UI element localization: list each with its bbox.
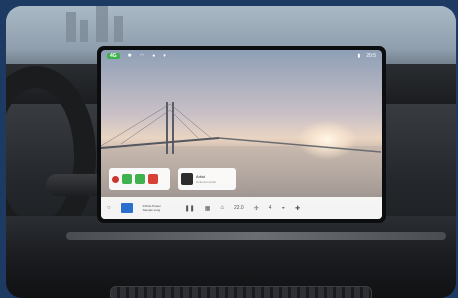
air-vent <box>110 286 372 298</box>
music-subtitle: Unknown Artist <box>196 179 217 184</box>
bottom-dock: ○ Infinite Power Sample song ❚❚ ▦ ⌂ 22.0… <box>101 197 382 219</box>
location-icon: ▾ <box>163 53 166 59</box>
phone-icon <box>112 175 119 183</box>
network-badge: 4G <box>107 53 120 59</box>
phone-card[interactable] <box>109 168 170 190</box>
wallpaper-bridge <box>101 102 382 154</box>
fan-level[interactable]: 4 <box>269 205 272 211</box>
wifi-icon: ◠ <box>139 53 145 59</box>
now-playing-info[interactable]: Infinite Power Sample song <box>143 204 175 212</box>
clock: 20:5 <box>366 53 376 59</box>
mic-icon: ● <box>152 53 156 59</box>
temperature[interactable]: 22.0 <box>234 205 244 211</box>
infotainment-screen: 4G ✱ ◠ ● ▾ ▮ 20:5 Artist Unknown Artist … <box>97 46 386 223</box>
album-art <box>181 173 193 185</box>
menu-icon[interactable]: ▦ <box>205 205 211 212</box>
signal-icon: ▮ <box>357 53 361 59</box>
fan-icon[interactable]: ✢ <box>254 205 259 212</box>
status-bar: 4G ✱ ◠ ● ▾ ▮ 20:5 <box>101 50 382 62</box>
user-icon[interactable]: ✚ <box>295 205 300 212</box>
accept-call-button[interactable] <box>122 174 132 184</box>
dashboard-trim <box>66 232 446 240</box>
music-card[interactable]: Artist Unknown Artist <box>178 168 236 190</box>
call-button[interactable] <box>135 174 145 184</box>
screen-display: 4G ✱ ◠ ● ▾ ▮ 20:5 Artist Unknown Artist … <box>101 50 382 219</box>
bluetooth-icon: ✱ <box>127 53 132 59</box>
end-call-button[interactable] <box>148 174 158 184</box>
seat-icon[interactable]: ◒ <box>282 205 286 211</box>
car-icon[interactable]: ⌂ <box>220 205 224 211</box>
play-pause-icon[interactable]: ❚❚ <box>185 205 195 212</box>
now-playing-sub: Sample song <box>142 208 161 212</box>
now-playing-thumbnail[interactable] <box>120 203 133 213</box>
home-icon[interactable]: ○ <box>107 205 111 211</box>
